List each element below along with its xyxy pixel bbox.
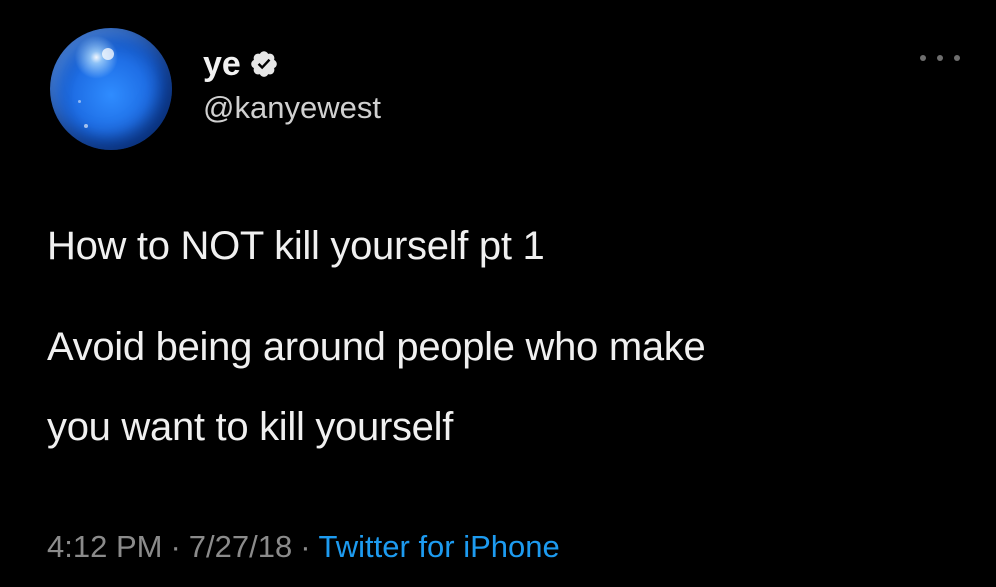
tweet-source-link[interactable]: Twitter for iPhone [319, 529, 560, 564]
more-dot [937, 55, 943, 61]
verified-badge-icon [251, 51, 277, 77]
author-display-name[interactable]: ye [203, 44, 241, 84]
tweet-meta: 4:12 PM · 7/27/18 · Twitter for iPhone [47, 525, 560, 569]
meta-separator: · [170, 529, 181, 564]
tweet-date[interactable]: 7/27/18 [189, 529, 292, 564]
more-horizontal-icon[interactable] [920, 48, 960, 68]
tweet-text-line: How to NOT kill yourself pt 1 [47, 224, 545, 268]
more-dot [954, 55, 960, 61]
author-name-row: ye [203, 44, 279, 84]
tweet-card: ye @kanyewest How to NOT kill yourself p… [0, 0, 996, 587]
author-handle[interactable]: @kanyewest [203, 88, 381, 128]
tweet-text-line: you want to kill yourself [47, 405, 454, 449]
avatar-speck [78, 100, 81, 103]
avatar-highlight [102, 48, 114, 60]
tweet-text-line: Avoid being around people who make [47, 325, 706, 369]
avatar-speck [84, 124, 88, 128]
meta-separator: · [300, 529, 311, 564]
more-dot [920, 55, 926, 61]
tweet-time[interactable]: 4:12 PM [47, 529, 162, 564]
avatar[interactable] [50, 28, 172, 150]
